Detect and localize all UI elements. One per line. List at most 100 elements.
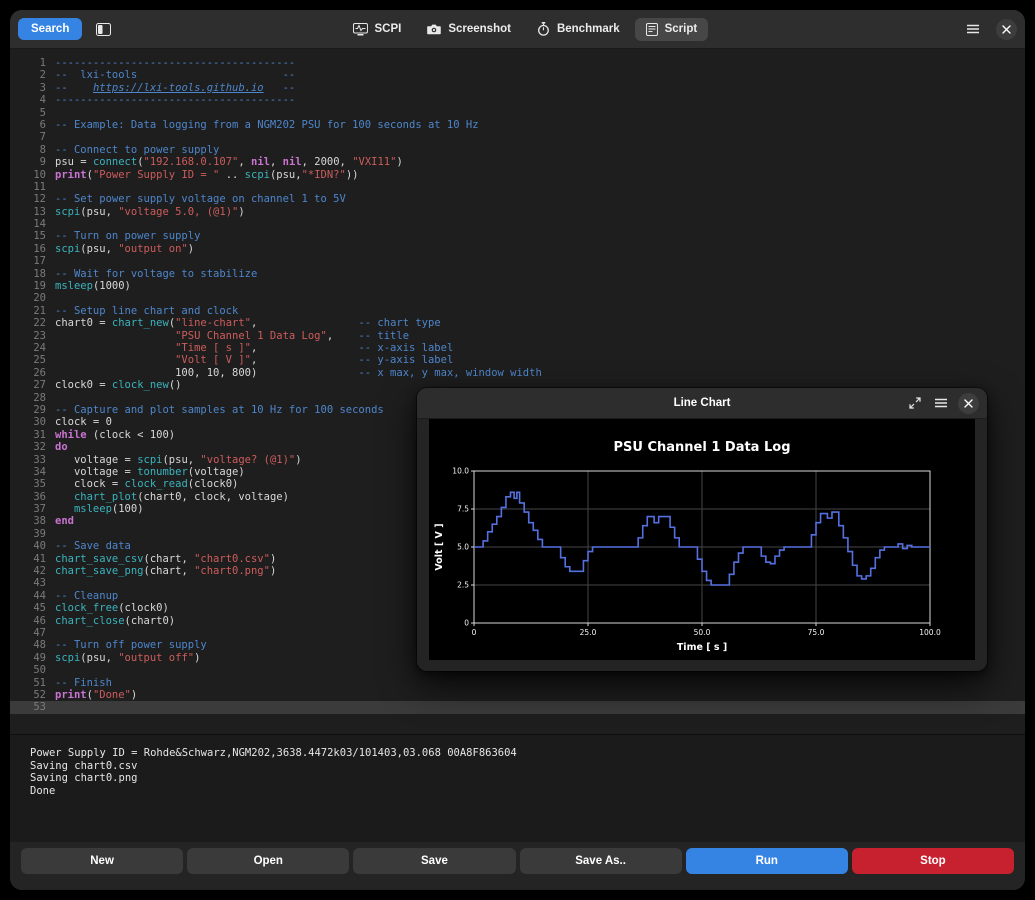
- code-line[interactable]: 6-- Example: Data logging from a NGM202 …: [10, 119, 1025, 131]
- code-text: end: [55, 515, 74, 527]
- code-line[interactable]: 51-- Finish: [10, 677, 1025, 689]
- code-text: chart0 = chart_new("line-chart", -- char…: [55, 317, 441, 329]
- chart-menu-button[interactable]: [931, 395, 951, 411]
- code-text: msleep(1000): [55, 280, 131, 292]
- tab-scpi[interactable]: SCPI: [341, 18, 412, 41]
- line-number: 14: [10, 218, 55, 230]
- svg-text:7.5: 7.5: [457, 505, 469, 514]
- line-number: 43: [10, 577, 55, 589]
- code-text: scpi(psu, "output on"): [55, 243, 194, 255]
- chart-window-titlebar[interactable]: Line Chart: [417, 388, 987, 419]
- save-button[interactable]: Save: [353, 848, 515, 874]
- code-line[interactable]: 4--------------------------------------: [10, 94, 1025, 106]
- window-close-button[interactable]: [996, 19, 1017, 40]
- line-number: 16: [10, 243, 55, 255]
- line-number: 22: [10, 317, 55, 329]
- expand-icon: [909, 397, 921, 409]
- tab-label: SCPI: [374, 23, 401, 35]
- open-button[interactable]: Open: [187, 848, 349, 874]
- line-number: 50: [10, 664, 55, 676]
- chart-expand-button[interactable]: [906, 395, 924, 411]
- line-number: 39: [10, 528, 55, 540]
- code-line[interactable]: 17: [10, 255, 1025, 267]
- code-line[interactable]: 18-- Wait for voltage to stabilize: [10, 268, 1025, 280]
- line-chart-window[interactable]: Line Chart 025.050.075.0100.002.55.07.51…: [417, 388, 987, 671]
- code-line[interactable]: 26 100, 10, 800) -- x max, y max, window…: [10, 367, 1025, 379]
- line-number: 41: [10, 553, 55, 565]
- code-line[interactable]: 7: [10, 131, 1025, 143]
- code-text: "Volt [ V ]", -- y-axis label: [55, 354, 453, 366]
- primary-menu-button[interactable]: [960, 19, 986, 39]
- svg-text:Time [ s ]: Time [ s ]: [677, 642, 727, 653]
- code-line[interactable]: 52print("Done"): [10, 689, 1025, 701]
- code-line[interactable]: 2-- lxi-tools --: [10, 69, 1025, 81]
- code-text: do: [55, 441, 68, 453]
- code-line[interactable]: 13scpi(psu, "voltage 5.0, (@1)"): [10, 206, 1025, 218]
- code-line[interactable]: 15-- Turn on power supply: [10, 230, 1025, 242]
- code-text: -- Cleanup: [55, 590, 118, 602]
- code-text: msleep(100): [55, 503, 144, 515]
- code-text: scpi(psu, "voltage 5.0, (@1)"): [55, 206, 245, 218]
- line-number: 23: [10, 330, 55, 342]
- code-text: voltage = scpi(psu, "voltage? (@1)"): [55, 454, 302, 466]
- code-text: -- https://lxi-tools.github.io --: [55, 82, 295, 94]
- console-line: Saving chart0.png: [30, 772, 1025, 785]
- header-right: [960, 19, 1017, 40]
- save-as-button[interactable]: Save As..: [520, 848, 682, 874]
- search-button[interactable]: Search: [18, 18, 82, 40]
- code-line[interactable]: 10print("Power Supply ID = " .. scpi(psu…: [10, 169, 1025, 181]
- line-number: 37: [10, 503, 55, 515]
- tab-benchmark[interactable]: Benchmark: [526, 17, 631, 41]
- code-text: -- Connect to power supply: [55, 144, 219, 156]
- line-number: 30: [10, 416, 55, 428]
- code-line[interactable]: 11: [10, 181, 1025, 193]
- code-text: -- Save data: [55, 540, 131, 552]
- svg-text:0: 0: [464, 619, 469, 628]
- code-line[interactable]: 24 "Time [ s ]", -- x-axis label: [10, 342, 1025, 354]
- line-number: 42: [10, 565, 55, 577]
- code-text: -- Capture and plot samples at 10 Hz for…: [55, 404, 384, 416]
- svg-text:5.0: 5.0: [457, 543, 469, 552]
- sidebar-toggle-button[interactable]: [90, 19, 117, 40]
- code-line[interactable]: 5: [10, 107, 1025, 119]
- code-text: -- Example: Data logging from a NGM202 P…: [55, 119, 479, 131]
- line-number: 8: [10, 144, 55, 156]
- stop-button[interactable]: Stop: [852, 848, 1014, 874]
- line-number: 13: [10, 206, 55, 218]
- menu-icon: [966, 23, 980, 35]
- code-line[interactable]: 25 "Volt [ V ]", -- y-axis label: [10, 354, 1025, 366]
- run-button[interactable]: Run: [686, 848, 848, 874]
- code-line[interactable]: 9psu = connect("192.168.0.107", nil, nil…: [10, 156, 1025, 168]
- line-number: 38: [10, 515, 55, 527]
- line-number: 34: [10, 466, 55, 478]
- code-line[interactable]: 21-- Setup line chart and clock: [10, 305, 1025, 317]
- code-text: -- Turn on power supply: [55, 230, 200, 242]
- action-bar: NewOpenSaveSave As..RunStop: [10, 842, 1025, 890]
- code-line[interactable]: 20: [10, 292, 1025, 304]
- stopwatch-icon: [537, 22, 550, 36]
- code-text: psu = connect("192.168.0.107", nil, nil,…: [55, 156, 403, 168]
- code-line[interactable]: 22chart0 = chart_new("line-chart", -- ch…: [10, 317, 1025, 329]
- tab-script[interactable]: Script: [635, 18, 709, 41]
- code-line[interactable]: 53: [10, 701, 1025, 713]
- code-line[interactable]: 12-- Set power supply voltage on channel…: [10, 193, 1025, 205]
- code-line[interactable]: 1--------------------------------------: [10, 57, 1025, 69]
- line-number: 9: [10, 156, 55, 168]
- line-number: 24: [10, 342, 55, 354]
- line-number: 31: [10, 429, 55, 441]
- code-text: chart_save_csv(chart, "chart0.csv"): [55, 553, 276, 565]
- code-line[interactable]: 23 "PSU Channel 1 Data Log", -- title: [10, 330, 1025, 342]
- chart-close-button[interactable]: [958, 393, 979, 414]
- code-line[interactable]: 16scpi(psu, "output on"): [10, 243, 1025, 255]
- line-number: 19: [10, 280, 55, 292]
- console-line: Saving chart0.csv: [30, 760, 1025, 773]
- code-line[interactable]: 8-- Connect to power supply: [10, 144, 1025, 156]
- code-text: -- Finish: [55, 677, 112, 689]
- code-line[interactable]: 3-- https://lxi-tools.github.io --: [10, 82, 1025, 94]
- code-text: --------------------------------------: [55, 57, 295, 69]
- new-button[interactable]: New: [21, 848, 183, 874]
- code-line[interactable]: 19msleep(1000): [10, 280, 1025, 292]
- line-number: 53: [10, 701, 55, 713]
- tab-screenshot[interactable]: Screenshot: [416, 18, 522, 40]
- code-line[interactable]: 14: [10, 218, 1025, 230]
